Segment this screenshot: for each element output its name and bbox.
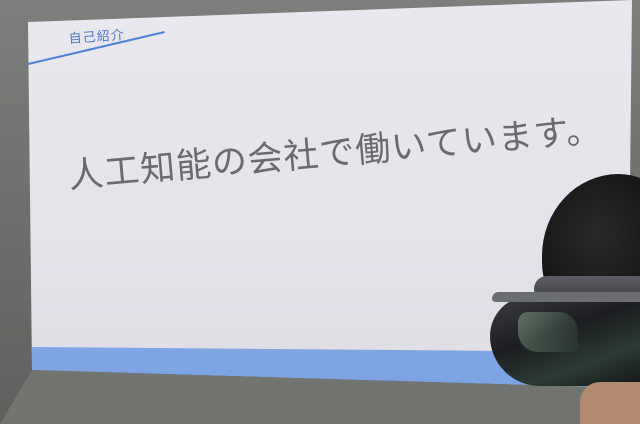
neck: [580, 382, 640, 424]
person-with-headset: [490, 164, 640, 424]
visor-reflection: [518, 312, 578, 352]
photo-scene: 自己紹介 人工知能の会社で働いています。: [0, 0, 640, 424]
headset-rim: [492, 292, 640, 302]
slide-header-title: 自己紹介: [68, 28, 126, 47]
